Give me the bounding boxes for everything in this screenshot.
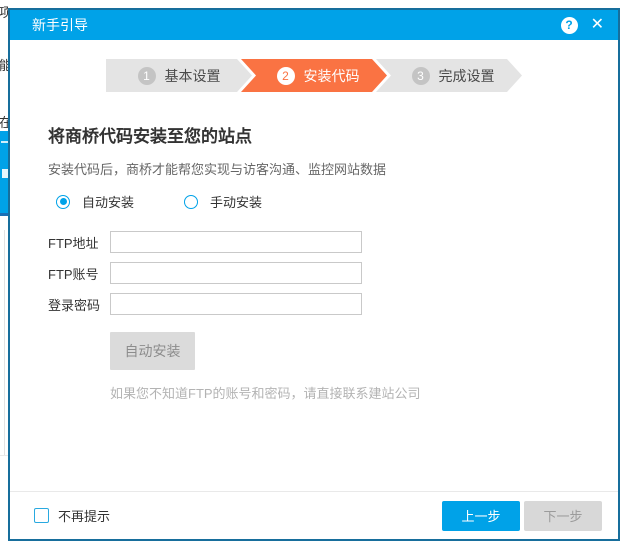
field-label: FTP账号 [48,264,110,283]
section-description: 安装代码后，商桥才能帮您实现与访客沟通、监控网站数据 [48,159,618,178]
background-divider [0,455,8,456]
background-button-fragment [1,141,8,143]
field-label: 登录密码 [48,295,110,314]
background-text-fragment: 功能 [0,55,8,74]
auto-install-button[interactable]: 自动安装 [110,332,195,370]
step-install-code: 2 安装代码 [241,59,387,92]
step-label: 基本设置 [165,66,221,86]
help-icon[interactable]: ? [561,17,578,34]
dont-remind-option: 不再提示 [34,506,442,525]
background-tab-underline [0,213,8,216]
background-app-sliver: 的项 功能 装在 [0,0,8,547]
install-mode-radio-group: 自动安装 手动安装 [48,192,618,211]
step-label: 完成设置 [439,66,495,86]
wizard-steps: 1 基本设置 2 安装代码 3 完成设置 [10,59,618,92]
prev-step-button[interactable]: 上一步 [442,501,520,531]
radio-icon [184,195,198,209]
dialog-content: 将商桥代码安装至您的站点 安装代码后，商桥才能帮您实现与访客沟通、监控网站数据 … [10,122,618,402]
dont-remind-checkbox[interactable] [34,508,49,523]
step-number-badge: 1 [138,67,156,85]
dialog-title: 新手引导 [32,15,561,35]
onboarding-dialog: 新手引导 ? ✕ 1 基本设置 2 安装代码 3 完成设置 将商桥代码安装至您的… [8,8,620,541]
background-text-fragment: 的项 [0,2,8,21]
screen: 的项 功能 装在 新手引导 ? ✕ 1 基本设置 2 安装代码 3 [0,0,627,547]
next-step-button[interactable]: 下一步 [524,501,602,531]
ftp-hint-text: 如果您不知道FTP的账号和密码，请直接联系建站公司 [110,383,618,402]
form-row: 登录密码 [48,293,618,315]
radio-label: 自动安装 [82,192,134,211]
step-label: 安装代码 [304,66,360,86]
radio-auto-install[interactable]: 自动安装 [56,192,134,211]
login-password-input[interactable] [110,293,362,315]
background-text-fragment: 装在 [0,112,8,131]
close-icon[interactable]: ✕ [591,17,604,33]
section-heading: 将商桥代码安装至您的站点 [48,122,618,147]
step-number-badge: 2 [277,67,295,85]
field-label: FTP地址 [48,233,110,252]
dialog-footer: 不再提示 上一步 下一步 [10,491,618,539]
background-toolbar-fragment [0,131,8,213]
form-row: FTP地址 [48,231,618,253]
ftp-address-input[interactable] [110,231,362,253]
step-number-badge: 3 [412,67,430,85]
ftp-form: FTP地址 FTP账号 登录密码 [48,231,618,315]
radio-icon [56,195,70,209]
step-basic-settings: 1 基本设置 [106,59,252,92]
step-finish-settings: 3 完成设置 [376,59,522,92]
radio-label: 手动安装 [210,192,262,211]
radio-manual-install[interactable]: 手动安装 [184,192,262,211]
dont-remind-label: 不再提示 [58,506,110,525]
background-divider [4,230,5,455]
ftp-account-input[interactable] [110,262,362,284]
form-row: FTP账号 [48,262,618,284]
dialog-titlebar: 新手引导 ? ✕ [10,10,618,40]
